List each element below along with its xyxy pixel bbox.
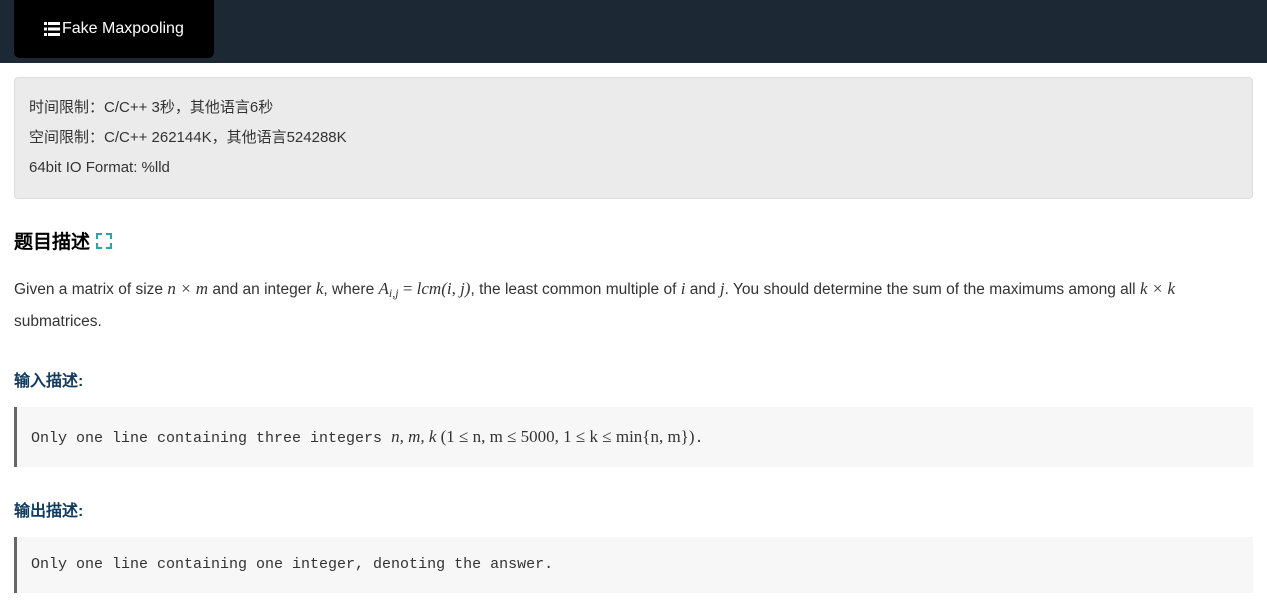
problem-description-text: Given a matrix of size n × m and an inte… <box>14 272 1253 337</box>
input-math-constraint: (1 ≤ n, m ≤ 5000, 1 ≤ k ≤ min{n, m}) <box>441 427 695 446</box>
content-area: 时间限制：C/C++ 3秒，其他语言6秒 空间限制：C/C++ 262144K，… <box>0 63 1267 607</box>
limits-box: 时间限制：C/C++ 3秒，其他语言6秒 空间限制：C/C++ 262144K，… <box>14 77 1253 199</box>
math-op: = <box>399 279 417 298</box>
math-sub: i,j <box>389 286 399 300</box>
math-nm: n × m <box>167 279 208 298</box>
desc-text: Given a matrix of size <box>14 281 167 298</box>
math-constraint: (1 ≤ n, m ≤ 5000, 1 ≤ k ≤ min{n, m}) <box>441 427 695 446</box>
desc-text: . You should determine the sum of the ma… <box>725 281 1140 298</box>
input-text: Only one line containing three integers <box>31 430 391 447</box>
header-bar: Fake Maxpooling <box>0 0 1267 63</box>
input-math-vars: n, m, k <box>391 427 441 446</box>
io-format: 64bit IO Format: %lld <box>29 153 1238 183</box>
problem-description-heading: 题目描述 <box>14 227 1253 254</box>
output-text: Only one line containing one integer, de… <box>31 556 553 573</box>
math-var: A <box>379 279 389 298</box>
desc-text: and an integer <box>208 281 316 298</box>
input-description: Only one line containing three integers … <box>14 407 1253 467</box>
expand-icon[interactable] <box>96 233 112 249</box>
problem-description-label: 题目描述 <box>14 227 90 254</box>
desc-text: , the least common multiple of <box>470 281 680 298</box>
input-heading: 输入描述: <box>14 367 1253 391</box>
desc-text: submatrices. <box>14 313 102 330</box>
desc-text: and <box>685 281 719 298</box>
tab-title: Fake Maxpooling <box>62 20 184 38</box>
list-icon <box>44 22 60 36</box>
math-aij: Ai,j = lcm(i, j) <box>379 279 471 298</box>
time-limit: 时间限制：C/C++ 3秒，其他语言6秒 <box>29 93 1238 123</box>
input-period: . <box>695 430 704 447</box>
space-limit: 空间限制：C/C++ 262144K，其他语言524288K <box>29 123 1238 153</box>
math-rhs: lcm(i, j) <box>417 279 471 298</box>
output-heading: 输出描述: <box>14 497 1253 521</box>
desc-text: , where <box>323 281 378 298</box>
problem-tab[interactable]: Fake Maxpooling <box>14 0 214 58</box>
math-kk: k × k <box>1140 279 1175 298</box>
